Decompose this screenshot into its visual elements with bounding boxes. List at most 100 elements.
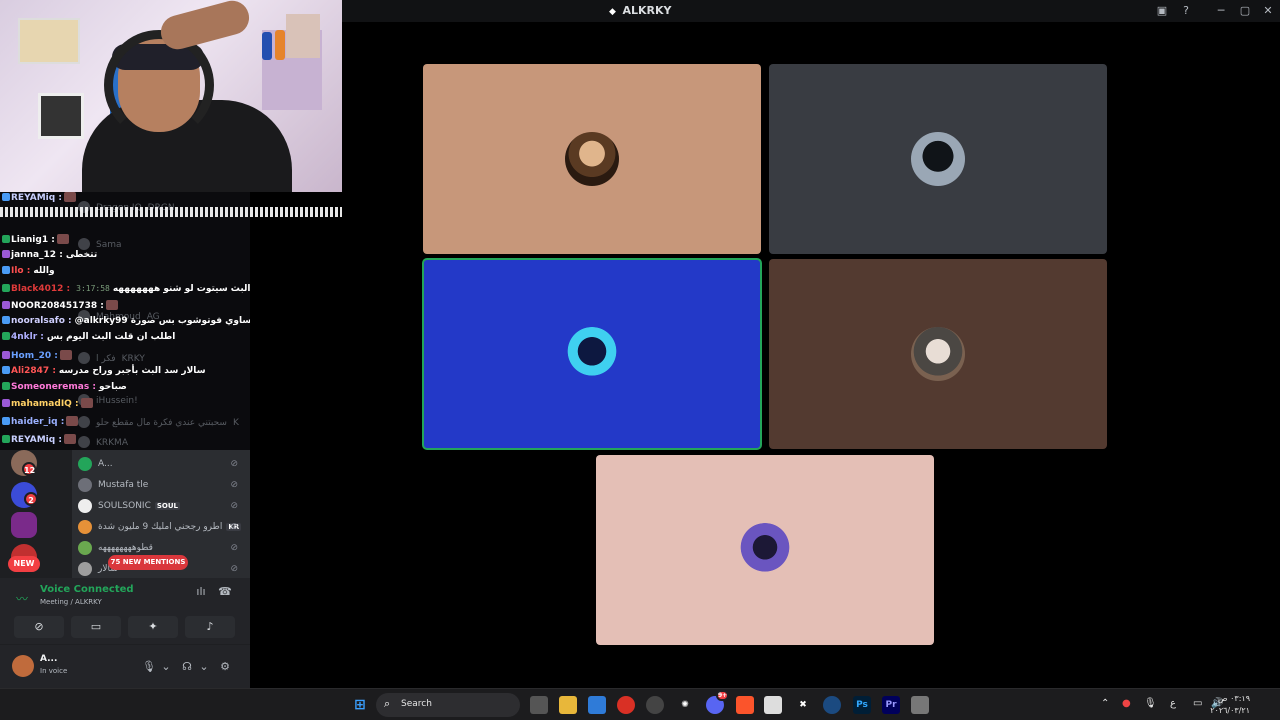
voice-connection-panel: 〰 Voice Connected Meeting / ALKRKY ılı ☎…	[0, 578, 250, 644]
task-view-icon[interactable]	[530, 696, 548, 714]
screen-share-button[interactable]: ▭	[71, 616, 121, 638]
wall-frame	[286, 14, 320, 58]
search-icon: ⌕	[384, 697, 391, 710]
participant-tile-1[interactable]	[423, 64, 761, 254]
chat-badge-icon	[2, 266, 10, 274]
chat-username: Black4012 :	[11, 284, 71, 294]
spam-chat-line	[0, 207, 342, 217]
minimize-button[interactable]: ─	[1212, 3, 1230, 19]
participant-tile-3-speaking[interactable]	[422, 258, 762, 450]
chat-message-text: لا داسال اذا هذا البث سيتوت لو شنو ههههه…	[112, 284, 250, 294]
member-avatar	[78, 562, 92, 576]
voice-member-row[interactable]: Mustafa tle ⊘	[76, 475, 244, 495]
microphone-icon[interactable]: 🎙	[140, 658, 158, 676]
chat-badge-icon	[2, 351, 10, 359]
steam-icon[interactable]	[823, 696, 841, 714]
chevron-down-icon[interactable]: ⌄	[157, 658, 175, 676]
chat-message: REYAMiq :	[2, 434, 76, 448]
inbox-icon[interactable]: ▣	[1153, 3, 1171, 19]
soundboard-button[interactable]: ♪	[185, 616, 235, 638]
chat-badge-icon	[2, 250, 10, 258]
user-panel: A... In voice 🎙 ⌄ ☊ ⌄ ⚙	[0, 644, 250, 688]
member-name: Mustafa tle	[98, 480, 148, 490]
app-icon[interactable]	[646, 696, 664, 714]
network-icon[interactable]: ▭	[1193, 698, 1202, 709]
user-name[interactable]: A...	[40, 654, 57, 664]
windows-taskbar: ⊞ ⌕ Search ✺ 9+ ✖ Ps Pr ⌃ ● 🎙 ع ▭ 🔊 ٠٣:١…	[0, 688, 1280, 720]
member-name: KRKMA	[96, 438, 128, 448]
chat-emote-icon	[105, 300, 118, 310]
chat-emote-icon	[56, 234, 69, 244]
deafened-icon: ⊘	[230, 543, 238, 553]
chevron-down-icon[interactable]: ⌄	[195, 658, 213, 676]
deafened-icon: ⊘	[230, 501, 238, 511]
chat-message-text: @alkrky99 هوكو ساوي فوتوشوب بس صورة	[74, 316, 250, 326]
chat-username: Someoneremas :	[11, 382, 96, 392]
wall-frame	[38, 93, 84, 139]
chat-message: NOOR208451738 :	[2, 300, 118, 314]
chat-username: NOOR208451738 :	[11, 301, 104, 311]
user-avatar[interactable]	[12, 655, 34, 677]
headphones-icon[interactable]: ☊	[178, 658, 196, 676]
tray-app-icon[interactable]: ●	[1122, 698, 1131, 709]
discord-badge: 9+	[716, 690, 729, 701]
member-name-text: قطوههههههههه	[98, 543, 153, 553]
brave-icon[interactable]	[736, 696, 754, 714]
deafened-icon: ⊘	[230, 480, 238, 490]
taskbar-search[interactable]: ⌕ Search	[376, 693, 520, 717]
capcut-icon[interactable]: ✖	[794, 696, 812, 714]
member-tag: KRKY	[121, 354, 145, 364]
app-icon[interactable]	[764, 696, 782, 714]
store-icon[interactable]	[588, 696, 606, 714]
server-icon[interactable]	[11, 512, 37, 538]
deafened-icon: ⊘	[230, 459, 238, 469]
participant-tile-2[interactable]	[769, 64, 1107, 254]
voice-member-row[interactable]: SOULSONIC SOUL ⊘	[76, 496, 244, 516]
photoshop-icon[interactable]: Ps	[853, 696, 871, 714]
new-mentions-pill[interactable]: 75 NEW MENTIONS	[108, 555, 188, 570]
tray-chevron-icon[interactable]: ⌃	[1101, 698, 1109, 709]
participant-avatar-4	[911, 327, 965, 381]
chrome-icon[interactable]	[617, 696, 635, 714]
participant-avatar-1	[565, 132, 619, 186]
chat-badge-icon	[2, 193, 10, 201]
maximize-button[interactable]: ▢	[1236, 3, 1254, 19]
chat-badge-icon	[2, 316, 10, 324]
member-avatar	[78, 436, 90, 448]
disconnect-icon[interactable]: ☎	[217, 584, 233, 600]
participant-tile-4[interactable]	[769, 259, 1107, 449]
help-icon[interactable]: ?	[1177, 3, 1195, 19]
app-icon[interactable]	[911, 696, 929, 714]
noise-suppression-icon[interactable]: ılı	[193, 584, 209, 600]
chat-emote-icon	[80, 398, 93, 408]
headset	[104, 30, 214, 140]
signal-icon[interactable]: 〰	[16, 590, 28, 607]
premiere-icon[interactable]: Pr	[882, 696, 900, 714]
chat-username: janna_12 :	[11, 250, 63, 260]
chat-username: haider_iq :	[11, 417, 65, 427]
voice-member-row[interactable]: اطرو رجحني امليك 9 مليون شدة KR ⊘	[76, 517, 244, 537]
participant-tile-5[interactable]	[596, 455, 934, 645]
settings-gear-icon[interactable]: ⚙	[216, 658, 234, 676]
system-clock[interactable]: ٠٣:١٩ ص ٢٠٢٦/٠٣/٢١	[1210, 693, 1250, 717]
ime-indicator[interactable]: ع	[1170, 698, 1176, 709]
close-button[interactable]: ✕	[1259, 3, 1277, 19]
chat-badge-icon	[2, 301, 10, 309]
tray-mic-icon[interactable]: 🎙	[1144, 698, 1157, 709]
start-button-windows-icon[interactable]: ⊞	[351, 696, 369, 714]
activities-button[interactable]: ✦	[128, 616, 178, 638]
voice-member-row[interactable]: A... ⊘	[76, 454, 244, 474]
chat-message-text: اطلب ان قلت البث اليوم بس	[46, 332, 176, 342]
server-mention-badge: 2	[24, 492, 38, 506]
chat-username: REYAMiq :	[11, 435, 62, 445]
voice-channel-name[interactable]: Meeting / ALKRKY	[40, 598, 102, 606]
video-toggle-button[interactable]: ⊘	[14, 616, 64, 638]
participant-avatar-3	[565, 327, 619, 381]
new-unreads-pill[interactable]: NEW	[8, 556, 40, 572]
chat-emote-icon	[63, 434, 76, 444]
steelseries-icon[interactable]: ✺	[676, 696, 694, 714]
file-explorer-icon[interactable]	[559, 696, 577, 714]
member-name: قطوههههههههه	[98, 543, 153, 553]
voice-status[interactable]: Voice Connected	[40, 584, 134, 595]
member-name: SOULSONIC SOUL	[98, 501, 181, 511]
